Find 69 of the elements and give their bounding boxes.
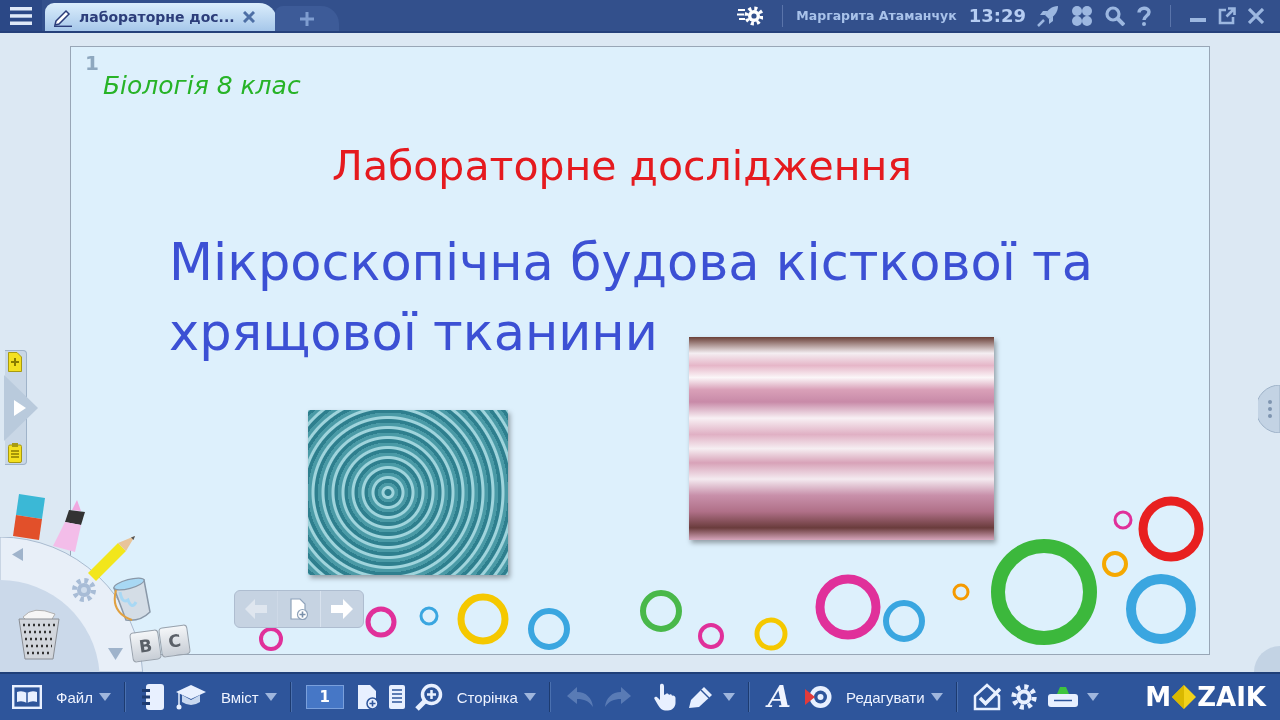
add-page-icon[interactable] (356, 684, 379, 710)
pencil-icon[interactable] (686, 685, 715, 709)
caret-icon (722, 693, 735, 701)
menu-button[interactable]: Вміст (217, 688, 280, 706)
menu-button[interactable]: Редагувати (843, 688, 946, 706)
clipboard-icon[interactable] (8, 443, 22, 463)
settings-icon[interactable] (737, 4, 764, 27)
zoom-in-icon[interactable] (414, 683, 443, 711)
plus-icon (300, 11, 314, 26)
slide-title: Мікроскопічна будова кісткової та хрящової тканини (169, 232, 1094, 364)
decorative-ring (1138, 496, 1204, 562)
decorative-ring (640, 590, 682, 632)
caret-icon (1086, 693, 1099, 701)
text-tool-button[interactable]: A (765, 682, 794, 712)
paint-bucket-icon[interactable] (110, 576, 154, 624)
menu-icon (10, 6, 32, 25)
decorative-ring (815, 574, 881, 640)
menu-button[interactable]: Сторінка (453, 688, 539, 706)
record-icon[interactable] (804, 683, 833, 711)
decorative-ring (528, 608, 570, 650)
corner-handle[interactable] (1254, 646, 1280, 672)
subject-text: Біологія 8 клас (102, 71, 301, 100)
book-icon[interactable] (12, 685, 42, 709)
decorative-ring (952, 583, 970, 601)
arrow-left-icon (245, 599, 267, 619)
graduation-cap-icon[interactable] (174, 683, 207, 711)
add-page-icon (290, 598, 308, 620)
caret-icon (98, 693, 111, 701)
decorative-ring (883, 600, 925, 642)
decorative-ring (698, 623, 724, 649)
decorative-ring (1113, 510, 1133, 530)
decorative-ring (457, 593, 509, 645)
decorative-ring (259, 627, 283, 651)
logo-text: M (1145, 684, 1172, 710)
tray-icon[interactable] (1046, 686, 1079, 708)
popout-icon[interactable] (1218, 6, 1236, 25)
notebook-icon[interactable] (140, 683, 165, 711)
help-icon[interactable] (1137, 5, 1151, 26)
page-list-icon[interactable] (388, 685, 405, 709)
pencil-icon (53, 7, 73, 27)
user-name: Маргарита Атаманчук (796, 8, 957, 23)
close-icon[interactable] (1248, 7, 1264, 24)
menu-button[interactable]: Файл (53, 688, 114, 706)
logo-text: ZAIK (1197, 684, 1266, 710)
page-number-field[interactable]: 1 (305, 685, 344, 709)
new-tab-button[interactable] (275, 6, 339, 31)
add-page-icon[interactable] (8, 352, 22, 372)
decorative-ring (365, 606, 397, 638)
side-handle[interactable] (1258, 385, 1280, 433)
arrow-right-icon (331, 599, 353, 619)
hand-pointer-icon[interactable] (652, 683, 677, 711)
document-tab[interactable]: лабораторне дос... (45, 3, 277, 31)
caret-icon (930, 693, 943, 701)
decorative-ring (754, 617, 788, 651)
search-icon[interactable] (1105, 5, 1125, 26)
apps-icon[interactable] (1071, 4, 1093, 27)
menu-button[interactable] (0, 0, 42, 31)
caret-icon (523, 693, 536, 701)
clock-time: 13:29 (968, 5, 1026, 26)
minimize-icon[interactable] (1190, 17, 1206, 22)
slide-heading: Лабораторне дослідження (331, 142, 913, 190)
house-check-icon[interactable] (972, 683, 1001, 711)
slide-number: 1 (85, 51, 99, 75)
close-icon[interactable] (243, 11, 255, 23)
caret-icon (264, 693, 277, 701)
decorative-ring (419, 606, 439, 626)
marker-icon[interactable] (50, 500, 88, 552)
rocket-icon[interactable] (1037, 4, 1059, 27)
diamond-icon (1172, 685, 1197, 709)
